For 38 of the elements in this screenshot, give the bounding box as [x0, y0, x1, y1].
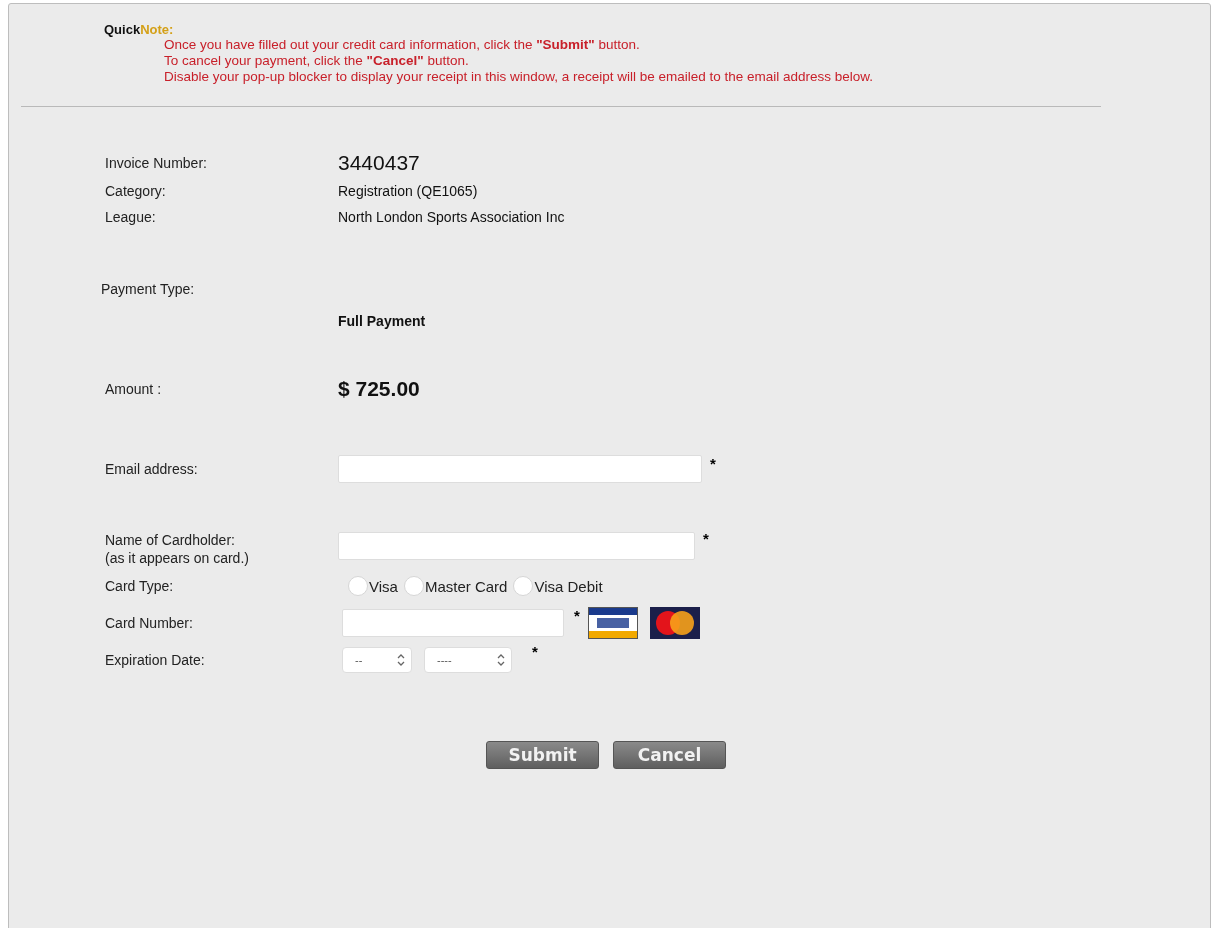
- field-label: Name of Cardholder:: [105, 531, 236, 550]
- expiration-select[interactable]: ----: [424, 647, 512, 673]
- cancel-button[interactable]: Cancel: [613, 741, 726, 769]
- cardholder-field[interactable]: [338, 532, 695, 560]
- field-label: Payment Type:: [101, 280, 196, 299]
- updown-icon: [497, 653, 505, 667]
- payment-type-value: Full Payment: [338, 313, 426, 329]
- field-label: Category:: [105, 182, 167, 201]
- submit-button[interactable]: Submit: [486, 741, 599, 769]
- field-label: Invoice Number:: [105, 154, 208, 173]
- updown-icon: [397, 653, 405, 667]
- quick-note-title: QuickNote:: [104, 22, 175, 37]
- field-hint: (as it appears on card.): [105, 550, 250, 566]
- field-value: Registration (QE1065): [338, 183, 478, 199]
- field-label: Card Type:: [105, 577, 175, 596]
- required-mark: *: [574, 607, 580, 624]
- field-value: 3440437: [338, 151, 420, 175]
- field-label: Card Number:: [105, 614, 194, 633]
- field-label: Expiration Date:: [105, 651, 206, 670]
- note-text: Disable your pop-up blocker to display your receipt in this window, a receipt will be emailed to the email address below.: [164, 69, 875, 85]
- overlapping-circles-icon: [649, 607, 700, 639]
- note-text: To cancel your payment, click the "Cancel" button.: [164, 53, 470, 69]
- striped-card-icon: [587, 607, 638, 639]
- expiration-select[interactable]: --: [342, 647, 412, 673]
- card-type-radio[interactable]: Visa: [348, 576, 398, 596]
- note-text: Once you have filled out your credit card information, click the "Submit" button.: [164, 37, 641, 53]
- required-mark: *: [710, 455, 716, 472]
- card-type-radio[interactable]: Visa Debit: [513, 576, 603, 596]
- field-label: League:: [105, 208, 157, 227]
- card-type-radio[interactable]: Master Card: [403, 576, 508, 596]
- amount-value: $ 725.00: [338, 377, 420, 401]
- field-label: Email address:: [105, 460, 199, 479]
- required-mark: *: [703, 530, 709, 547]
- field-label: Amount :: [105, 380, 163, 399]
- field-value: North London Sports Association Inc: [338, 209, 565, 225]
- required-mark: *: [532, 643, 538, 660]
- card-number-field[interactable]: [342, 609, 564, 637]
- email-field[interactable]: [338, 455, 702, 483]
